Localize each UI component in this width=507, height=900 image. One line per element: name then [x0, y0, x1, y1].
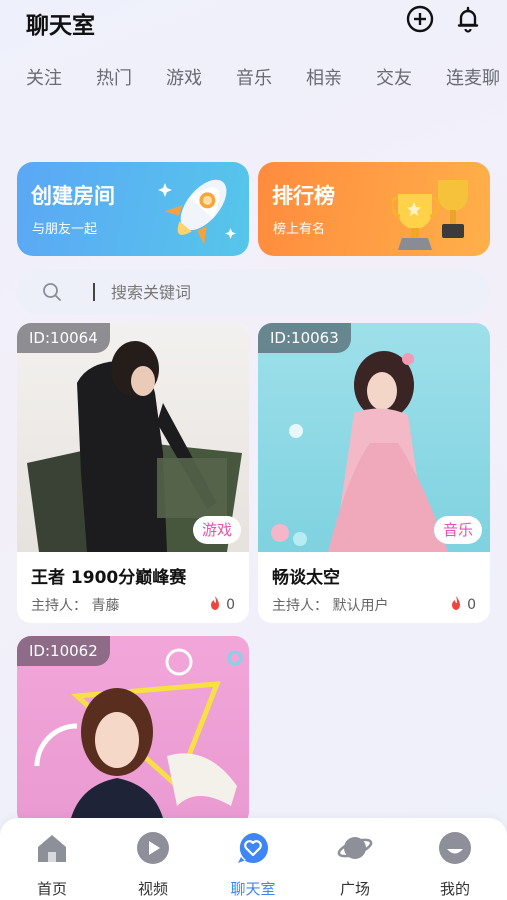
- room-cover-image: ID:10064 游戏: [17, 323, 249, 552]
- ranking-banner[interactable]: 排行榜 榜上有名: [258, 162, 490, 256]
- text-cursor: [93, 283, 95, 301]
- tab-mic-chat[interactable]: 连麦聊: [446, 64, 500, 90]
- tabbar-label: 聊天室: [230, 880, 276, 898]
- profile-icon: [439, 832, 471, 864]
- tab-friends[interactable]: 交友: [376, 64, 412, 90]
- tab-game[interactable]: 游戏: [166, 64, 202, 90]
- rocket-icon: [158, 179, 236, 245]
- create-room-subtitle: 与朋友一起: [32, 222, 98, 237]
- room-id-badge: ID:10062: [17, 636, 110, 666]
- tabbar-label: 视频: [137, 880, 168, 898]
- tabbar-item-home[interactable]: 首页: [12, 826, 92, 898]
- bottom-tab-bar: 首页 视频 聊天室 广场 我的: [0, 818, 507, 900]
- search-icon: [43, 283, 61, 301]
- home-icon: [38, 835, 66, 862]
- tabbar-item-square[interactable]: 广场: [315, 826, 395, 898]
- tabbar-item-chatroom[interactable]: 聊天室: [213, 826, 293, 898]
- flame-icon: [452, 596, 461, 610]
- video-play-icon: [137, 832, 169, 864]
- room-heat: 0: [449, 595, 476, 613]
- page-title: 聊天室: [26, 13, 95, 39]
- room-cover-image: ID:10062: [17, 636, 249, 826]
- tabbar-item-profile[interactable]: 我的: [415, 826, 495, 898]
- planet-icon: [337, 837, 373, 859]
- trophy-icon: [392, 180, 468, 250]
- room-name: 王者 1900分巅峰赛: [31, 568, 187, 588]
- room-cover-image: ID:10063 音乐: [258, 323, 490, 552]
- search-bar[interactable]: [17, 269, 490, 315]
- bell-icon[interactable]: [453, 4, 483, 34]
- chat-heart-icon: [238, 833, 268, 863]
- room-card[interactable]: ID:10064 游戏 王者 1900分巅峰赛 主持人： 青藤 0: [17, 323, 249, 623]
- room-id-badge: ID:10063: [258, 323, 351, 353]
- tabbar-item-video[interactable]: 视频: [113, 826, 193, 898]
- room-name: 畅谈太空: [272, 568, 340, 588]
- room-heat: 0: [208, 595, 235, 613]
- category-tabs: 关注 热门 游戏 音乐 相亲 交友 连麦聊: [0, 60, 507, 92]
- tabbar-label: 我的: [439, 880, 470, 898]
- tab-hot[interactable]: 热门: [96, 64, 132, 90]
- category-badge: 游戏: [192, 516, 241, 544]
- search-input[interactable]: [111, 280, 411, 304]
- top-header: 聊天室: [0, 0, 507, 40]
- tabbar-label: 广场: [339, 880, 370, 898]
- flame-icon: [211, 596, 220, 610]
- heat-count: 0: [226, 597, 235, 613]
- category-badge: 音乐: [433, 516, 482, 544]
- tabbar-label: 首页: [36, 880, 67, 898]
- tab-music[interactable]: 音乐: [236, 64, 272, 90]
- tab-follow[interactable]: 关注: [26, 64, 62, 90]
- room-card[interactable]: ID:10063 音乐 畅谈太空 主持人： 默认用户 0: [258, 323, 490, 623]
- add-circle-icon[interactable]: [405, 4, 435, 34]
- ranking-subtitle: 榜上有名: [273, 222, 326, 237]
- heat-count: 0: [467, 597, 476, 613]
- create-room-banner[interactable]: 创建房间 与朋友一起: [17, 162, 249, 256]
- room-host: 主持人： 青藤: [31, 598, 120, 614]
- room-card[interactable]: ID:10062: [17, 636, 249, 826]
- room-host: 主持人： 默认用户: [272, 598, 389, 614]
- room-id-badge: ID:10064: [17, 323, 110, 353]
- create-room-title: 创建房间: [31, 184, 115, 208]
- tab-dating[interactable]: 相亲: [306, 64, 342, 90]
- ranking-title: 排行榜: [272, 184, 335, 208]
